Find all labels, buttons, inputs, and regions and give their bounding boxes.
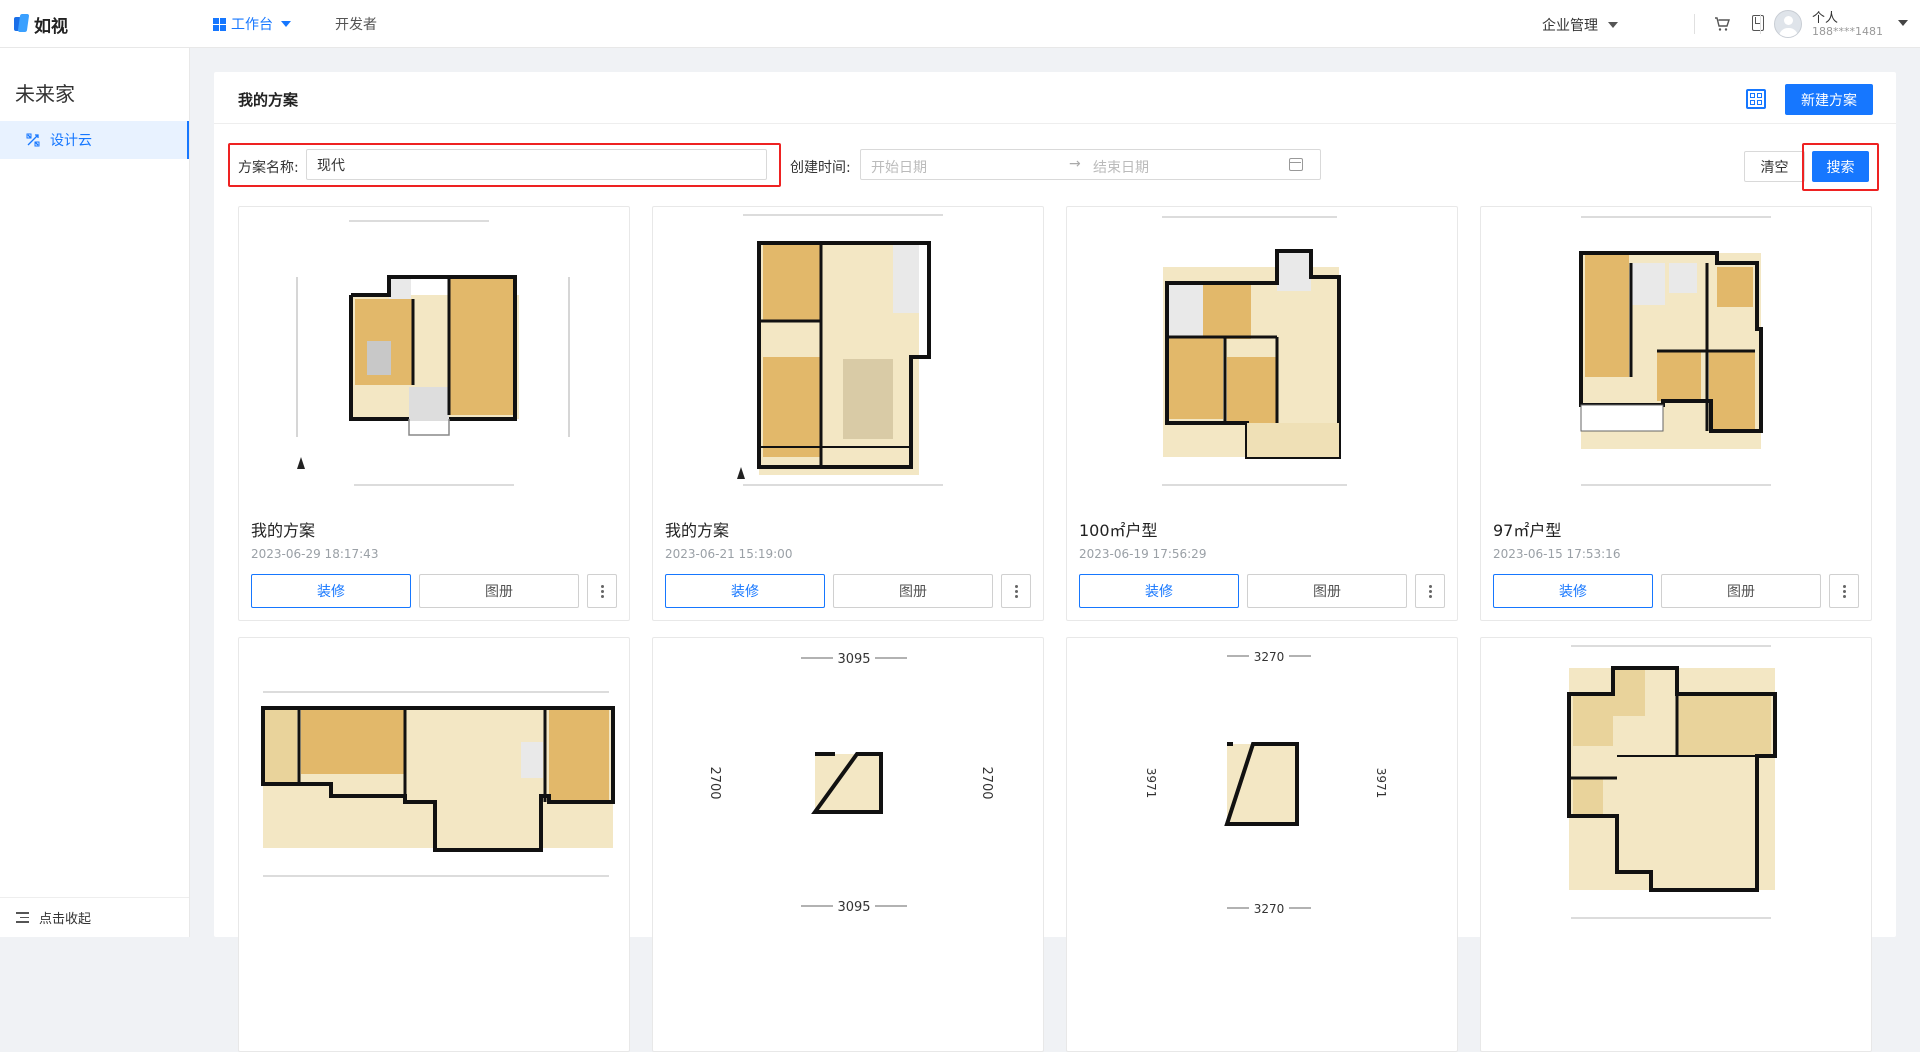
enterprise-label: 企业管理	[1542, 18, 1598, 34]
plan-card[interactable]: 我的方案 2023-06-21 15:19:00 装修 图册	[652, 206, 1044, 621]
plan-width-label: 3095	[837, 652, 870, 667]
nav-developer[interactable]: 开发者	[335, 14, 377, 34]
floor-plan-thumbnail	[1162, 216, 1347, 486]
cart-icon[interactable]	[1714, 16, 1730, 32]
main-panel: 我的方案 新建方案 方案名称: 现代 创建时间: 开始日期 → 结束日期 清空 …	[214, 72, 1896, 1052]
decorate-button[interactable]: 装修	[1493, 574, 1653, 608]
album-button[interactable]: 图册	[1247, 574, 1407, 608]
more-options-icon[interactable]	[1415, 574, 1445, 608]
calendar-icon	[1289, 158, 1303, 171]
album-button[interactable]: 图册	[1661, 574, 1821, 608]
plan-card[interactable]: 我的方案 2023-06-29 18:17:43 装修 图册	[238, 206, 630, 621]
card-title: 我的方案	[665, 521, 730, 540]
more-options-icon[interactable]	[587, 574, 617, 608]
floor-plan-thumbnail	[261, 691, 615, 877]
card-date: 2023-06-15 17:53:16	[1493, 547, 1621, 561]
more-options-icon[interactable]	[1829, 574, 1859, 608]
logo-text: 如视	[34, 16, 68, 37]
clear-button[interactable]: 清空	[1744, 151, 1805, 182]
floor-plan-thumbnail: 3270 3270 3971 3971	[1144, 650, 1388, 916]
plan-card[interactable]	[1480, 637, 1872, 1052]
plan-height-label: 2700	[707, 766, 722, 799]
album-button[interactable]: 图册	[419, 574, 579, 608]
user-phone: 188****1481	[1812, 25, 1883, 38]
plan-width-label: 3270	[1254, 902, 1285, 916]
start-date-input[interactable]: 开始日期	[871, 157, 927, 177]
divider	[1694, 14, 1695, 34]
sidebar-title: 未来家	[15, 82, 75, 106]
plan-height-label: 3971	[1374, 768, 1388, 799]
panel-header: 我的方案 新建方案	[214, 72, 1896, 124]
manual-book-icon[interactable]	[1752, 15, 1764, 31]
divider	[1760, 14, 1761, 34]
floor-plan-thumbnail	[737, 214, 943, 486]
sidebar: 未来家 设计云 点击收起	[0, 48, 190, 937]
name-filter-label: 方案名称:	[238, 160, 299, 176]
plan-width-label: 3095	[837, 900, 870, 915]
card-date: 2023-06-19 17:56:29	[1079, 547, 1207, 561]
floor-plan-thumbnail	[296, 220, 570, 486]
collapse-sidebar-button[interactable]: 点击收起	[0, 897, 189, 937]
plan-card[interactable]: 100㎡户型 2023-06-19 17:56:29 装修 图册	[1066, 206, 1458, 621]
card-title: 100㎡户型	[1079, 521, 1158, 540]
decorate-button[interactable]: 装修	[665, 574, 825, 608]
plan-card[interactable]	[238, 637, 630, 1052]
end-date-input[interactable]: 结束日期	[1093, 157, 1149, 177]
grid-view-toggle-icon[interactable]	[1746, 89, 1766, 109]
plan-width-label: 3270	[1254, 650, 1285, 664]
collapse-label: 点击收起	[39, 912, 92, 927]
workbench-grid-icon	[213, 17, 226, 31]
search-button[interactable]: 搜索	[1812, 151, 1869, 182]
design-tools-icon	[26, 133, 40, 147]
new-plan-button[interactable]: 新建方案	[1785, 84, 1873, 115]
floor-plan-thumbnail	[1567, 645, 1777, 919]
nav-workbench[interactable]: 工作台	[213, 14, 291, 34]
plan-card[interactable]: 3095 3095 2700 2700	[652, 637, 1044, 1052]
more-options-icon[interactable]	[1001, 574, 1031, 608]
brand-logo[interactable]: 如视	[14, 12, 68, 37]
logo-mark-icon	[14, 14, 30, 34]
date-range-picker[interactable]: 开始日期 → 结束日期	[860, 149, 1321, 180]
plan-card[interactable]: 3270 3270 3971 3971	[1066, 637, 1458, 1052]
collapse-menu-icon	[16, 912, 29, 923]
top-navigation-bar: 如视 工作台 开发者 企业管理 个人 188****1481	[0, 0, 1920, 48]
plan-height-label: 3971	[1144, 768, 1158, 799]
decorate-button[interactable]: 装修	[251, 574, 411, 608]
decorate-button[interactable]: 装修	[1079, 574, 1239, 608]
card-date: 2023-06-29 18:17:43	[251, 547, 379, 561]
sidebar-item-label: 设计云	[50, 133, 92, 149]
chevron-down-icon	[1608, 22, 1618, 28]
enterprise-menu[interactable]: 企业管理	[1542, 15, 1618, 35]
card-title: 我的方案	[251, 521, 316, 540]
album-button[interactable]: 图册	[833, 574, 993, 608]
nav-workbench-label: 工作台	[231, 17, 273, 33]
floor-plan-thumbnail	[1579, 216, 1771, 486]
floor-plan-thumbnail: 3095 3095 2700 2700	[707, 652, 994, 915]
page-title: 我的方案	[238, 91, 299, 109]
card-date: 2023-06-21 15:19:00	[665, 547, 793, 561]
chevron-down-icon	[281, 21, 291, 27]
nav-developer-label: 开发者	[335, 17, 377, 33]
time-filter-label: 创建时间:	[790, 160, 851, 176]
card-title: 97㎡户型	[1493, 521, 1562, 540]
user-avatar[interactable]	[1774, 10, 1802, 38]
range-arrow: →	[1069, 156, 1081, 172]
user-name: 个人	[1812, 11, 1839, 26]
sidebar-item-design-cloud[interactable]: 设计云	[0, 121, 189, 159]
plan-name-input[interactable]: 现代	[306, 149, 767, 180]
plan-card[interactable]: 97㎡户型 2023-06-15 17:53:16 装修 图册	[1480, 206, 1872, 621]
user-menu-chevron-icon[interactable]	[1898, 20, 1908, 26]
plan-height-label: 2700	[979, 766, 994, 799]
